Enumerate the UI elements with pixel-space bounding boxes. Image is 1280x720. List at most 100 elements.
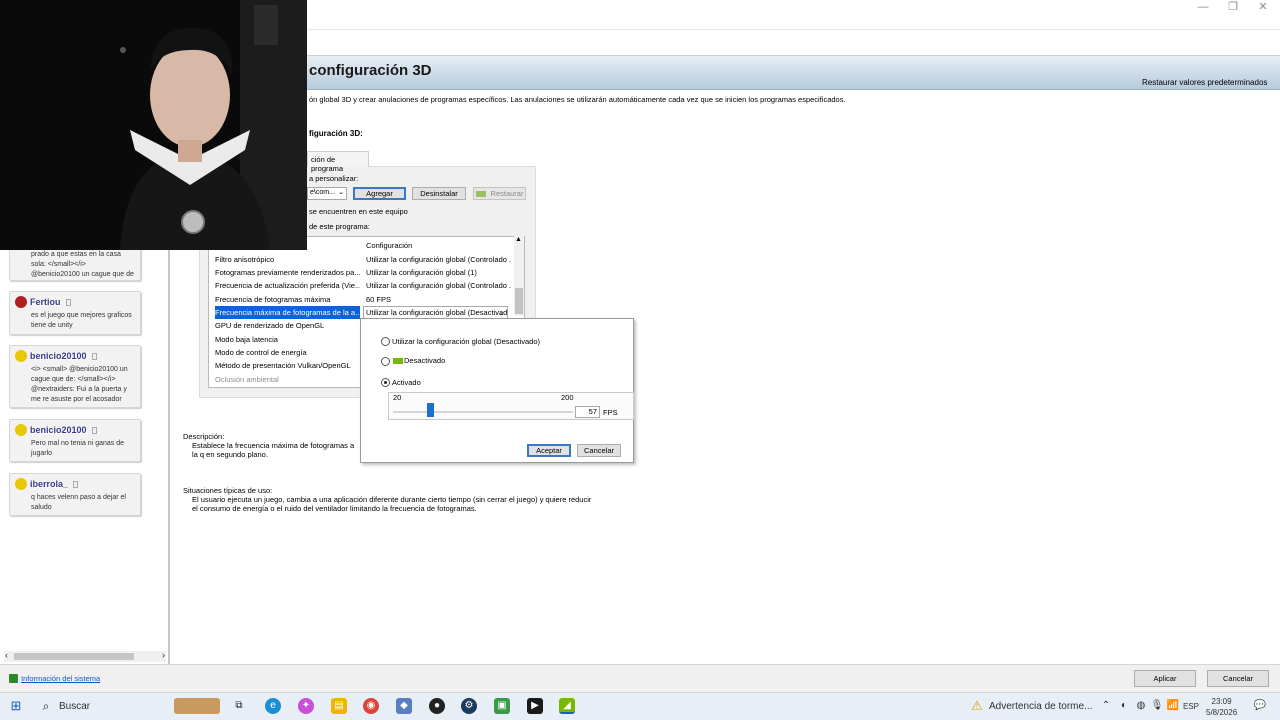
radio-global-label: Utilizar la configuración global (Desact…: [392, 337, 540, 346]
edge-icon[interactable]: e: [265, 698, 281, 714]
table-row[interactable]: Filtro anisotrópico Utilizar la configura…: [213, 253, 511, 266]
restore-button-label: Restaurar: [490, 189, 524, 198]
radio-global[interactable]: [381, 337, 390, 346]
table-row[interactable]: Fotogramas previamente renderizados pa..…: [213, 266, 511, 279]
copilot-icon[interactable]: ✦: [298, 698, 314, 714]
terminal-icon[interactable]: ▶: [527, 698, 543, 714]
accept-button[interactable]: Aceptar: [527, 444, 571, 457]
scroll-up-icon[interactable]: ▲: [515, 236, 522, 243]
apply-button[interactable]: Aplicar: [1134, 670, 1196, 687]
obs-icon[interactable]: ●: [429, 698, 445, 714]
chat-text: <i> <small> @benicio20100 un cague que d…: [31, 366, 128, 403]
setting-cell: Utilizar la configuración global (1): [366, 268, 477, 277]
warning-icon[interactable]: ⚠: [969, 698, 985, 714]
language-indicator[interactable]: ESP: [1183, 702, 1199, 711]
tray-icon[interactable]: ◍: [1133, 698, 1149, 714]
chat-message: iberrola_ · q haces velenn paso a dejar e…: [9, 473, 141, 516]
section-label: figuración 3D:: [309, 129, 363, 138]
notifications-icon[interactable]: 💬: [1252, 698, 1268, 714]
slider-max-label: 200: [561, 393, 574, 402]
system-info-link[interactable]: Información del sistema: [21, 674, 100, 683]
badge-icon: ·: [91, 426, 97, 434]
app-icon[interactable]: ▣: [494, 698, 510, 714]
clock-date: 5/8/2026: [1206, 708, 1238, 717]
minimize-button[interactable]: —: [1186, 0, 1220, 16]
microphone-icon[interactable]: 🎙: [1149, 698, 1165, 714]
windows-start-icon[interactable]: ⊞: [8, 698, 24, 714]
chevron-down-icon: ⌄: [338, 189, 344, 196]
radio-on[interactable]: [381, 378, 390, 387]
feature-cell: Frecuencia máxima de fotogramas de la a.…: [215, 306, 360, 319]
close-button[interactable]: ✕: [1246, 0, 1280, 16]
table-row[interactable]: Frecuencia de actualización preferida (V…: [213, 279, 511, 292]
program-select-value: e\com...: [310, 189, 335, 196]
restore-button[interactable]: Restaurar: [473, 187, 526, 200]
chat-text: prado a que estas en la casa sola: </sma…: [31, 251, 134, 278]
program-select[interactable]: e\com... ⌄: [307, 187, 347, 200]
program-select-label: a personalizar:: [309, 174, 359, 183]
uninstall-button[interactable]: Desinstalar: [412, 187, 466, 200]
fps-slider-thumb[interactable]: [427, 403, 434, 417]
wifi-icon[interactable]: 📶: [1165, 698, 1181, 714]
search-icon[interactable]: ⌕: [38, 698, 54, 714]
chevron-up-icon[interactable]: ⌃: [1098, 698, 1114, 714]
user-icon: [15, 350, 27, 362]
taskbar-clock[interactable]: 23:09 5/8/2026: [1206, 696, 1237, 718]
restore-defaults-link[interactable]: Restaurar valores predeterminados: [1142, 78, 1267, 87]
scrollbar-thumb[interactable]: [14, 653, 134, 660]
chat-text: q haces velenn paso a dejar el saludo: [31, 494, 126, 511]
feature-cell: Fotogramas previamente renderizados pa..…: [215, 268, 360, 277]
max-fps-popup: Utilizar la configuración global (Desact…: [360, 318, 634, 463]
show-all-programs-label: se encuentren en este equipo: [309, 207, 408, 216]
chat-username: benicio20100: [30, 425, 87, 435]
feature-cell: Método de presentación Vulkan/OpenGL: [215, 361, 351, 370]
nvidia-control-panel-icon[interactable]: ◢: [559, 698, 575, 714]
taskbar-search[interactable]: Buscar: [59, 701, 90, 712]
steam-icon[interactable]: ⚙: [461, 698, 477, 714]
fps-unit-label: FPS: [603, 408, 618, 417]
radio-off-label: Desactivado: [404, 356, 446, 365]
badge-icon: ·: [73, 480, 79, 488]
slider-min-label: 20: [393, 393, 402, 402]
radio-off[interactable]: [381, 357, 390, 366]
feature-cell: Frecuencia de fotogramas máxima: [215, 295, 331, 304]
chrome-icon[interactable]: ◉: [363, 698, 379, 714]
chat-text: es el juego que mejores graficos tiene d…: [31, 312, 132, 329]
weather-alert[interactable]: Advertencia de torme...: [989, 701, 1092, 712]
user-icon: [15, 478, 27, 490]
chat-text: Pero mal no tenia ni ganas de jugarlo: [31, 440, 125, 457]
fps-value-input[interactable]: 57: [575, 406, 600, 418]
weather-widget-icon[interactable]: [174, 698, 220, 714]
page-header-band: [307, 56, 1280, 90]
webcam-image: [0, 0, 307, 250]
system-info-icon: [9, 674, 18, 683]
maximize-button[interactable]: ❐: [1216, 0, 1250, 16]
add-button[interactable]: Agregar: [353, 187, 406, 200]
chat-message: Fertiou · es el juego que mejores grafico…: [9, 291, 141, 335]
nvidia-icon: [475, 191, 486, 198]
feature-cell: Modo baja latencia: [215, 335, 278, 344]
badge-icon: ·: [91, 352, 97, 360]
tab-program-settings[interactable]: ción de programa: [307, 151, 369, 173]
sidebar-horizontal-scrollbar[interactable]: ‹ ›: [4, 650, 166, 662]
file-explorer-icon[interactable]: ▤: [331, 698, 347, 714]
tray-icon[interactable]: ◐: [1116, 698, 1132, 714]
chat-message: benicio20100 · Pero mal no tenia ni ganas…: [9, 419, 141, 462]
avatar: [15, 296, 27, 308]
description-text: Establece la frecuencia máxima de fotogr…: [192, 441, 355, 459]
app-icon[interactable]: ◆: [396, 698, 412, 714]
list-vertical-scrollbar[interactable]: ▲: [514, 236, 524, 316]
feature-cell: Frecuencia de actualización preferida (V…: [215, 281, 360, 290]
scrollbar-thumb[interactable]: [515, 288, 523, 314]
table-row[interactable]: Frecuencia de fotogramas máxima 60 FPS: [213, 293, 511, 306]
radio-on-label: Activado: [392, 378, 421, 387]
user-icon: [15, 424, 27, 436]
scroll-left-icon[interactable]: ‹: [5, 650, 8, 660]
task-view-icon[interactable]: ⧉: [231, 698, 247, 714]
scroll-right-icon[interactable]: ›: [162, 650, 165, 660]
fps-slider-track[interactable]: [393, 411, 573, 413]
cancel-button[interactable]: Cancelar: [1207, 670, 1269, 687]
setting-cell: Utilizar la configuración global (Contro…: [366, 281, 511, 290]
cancel-popup-button[interactable]: Cancelar: [577, 444, 621, 457]
chat-username: benicio20100: [30, 351, 87, 361]
